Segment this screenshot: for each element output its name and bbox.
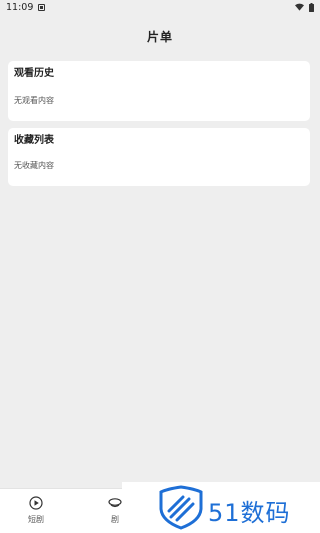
history-title: 观看历史 bbox=[14, 68, 54, 79]
drama-icon bbox=[108, 496, 122, 510]
watermark-text: 51数码 bbox=[208, 499, 291, 527]
history-empty-text: 无观看内容 bbox=[14, 96, 54, 105]
favorites-title: 收藏列表 bbox=[14, 135, 54, 146]
favorites-card[interactable]: 收藏列表 无收藏内容 bbox=[8, 128, 310, 186]
history-card[interactable]: 观看历史 无观看内容 bbox=[8, 61, 310, 121]
nav-item-shorts[interactable]: 短剧 bbox=[16, 496, 56, 525]
battery-icon bbox=[309, 2, 314, 12]
favorites-empty-text: 无收藏内容 bbox=[14, 161, 54, 170]
wifi-icon bbox=[295, 3, 304, 11]
status-left: 11:09 bbox=[6, 1, 46, 13]
shield-logo-icon bbox=[159, 485, 203, 530]
page-title: 片单 bbox=[146, 30, 173, 44]
status-time: 11:09 bbox=[6, 1, 34, 13]
nav-item-shorts-label: 短剧 bbox=[28, 515, 44, 524]
nav-item-drama-label: 剧 bbox=[111, 515, 119, 524]
watermark: 51数码 bbox=[122, 482, 320, 533]
status-bar: 11:09 bbox=[0, 0, 320, 14]
status-right bbox=[295, 2, 314, 12]
play-circle-icon bbox=[29, 496, 43, 510]
notification-icon bbox=[38, 3, 46, 11]
